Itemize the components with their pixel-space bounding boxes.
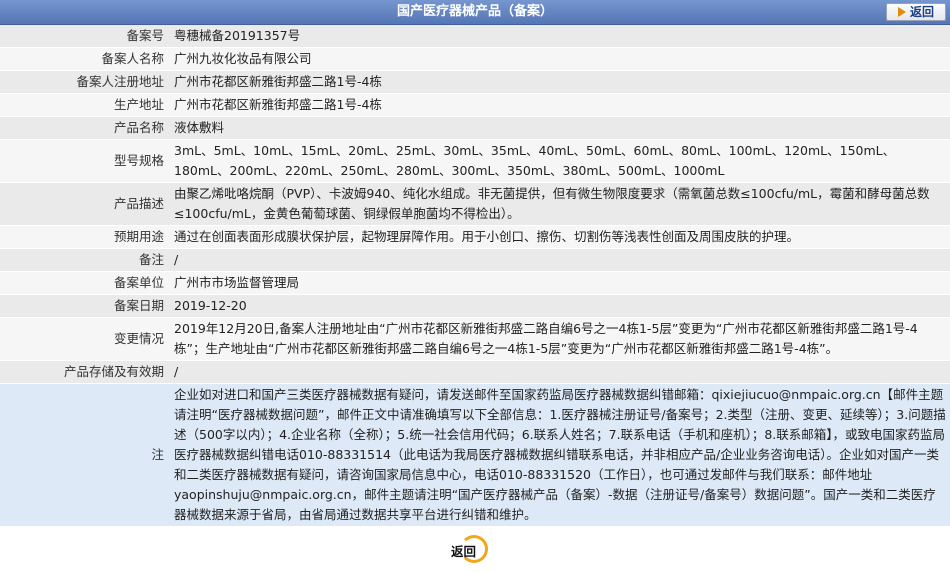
value-product-name: 液体敷料: [170, 116, 950, 140]
value-registrant-name: 广州九妆化妆品有限公司: [170, 47, 950, 71]
back-button-bottom-label: 返回: [451, 544, 477, 559]
back-button-label: 返回: [909, 5, 934, 19]
detail-table: 备案号 粤穗械备20191357号 备案人名称 广州九妆化妆品有限公司 备案人注…: [0, 25, 950, 527]
row-production-address: 生产地址 广州市花都区新雅街邦盛二路1号-4栋: [0, 93, 950, 117]
page: 国产医疗器械产品（备案） 返回 备案号 粤穗械备20191357号 备案人名称 …: [0, 0, 950, 567]
row-registrant-name: 备案人名称 广州九妆化妆品有限公司: [0, 47, 950, 71]
value-registrant-address: 广州市花都区新雅街邦盛二路1号-4栋: [170, 70, 950, 94]
row-intended-use: 预期用途 通过在创面表面形成膜状保护层，起物理屏障作用。用于小创口、擦伤、切割伤…: [0, 225, 950, 249]
label-registrant-name: 备案人名称: [0, 47, 170, 71]
label-note: 注: [0, 383, 170, 527]
label-production-address: 生产地址: [0, 93, 170, 117]
label-registrant-address: 备案人注册地址: [0, 70, 170, 94]
title-bar: 国产医疗器械产品（备案） 返回: [0, 0, 950, 25]
row-registrant-address: 备案人注册地址 广州市花都区新雅街邦盛二路1号-4栋: [0, 70, 950, 94]
value-intended-use: 通过在创面表面形成膜状保护层，起物理屏障作用。用于小创口、擦伤、切割伤等浅表性创…: [170, 225, 950, 249]
label-product-description: 产品描述: [0, 182, 170, 226]
value-production-address: 广州市花都区新雅街邦盛二路1号-4栋: [170, 93, 950, 117]
row-change-info: 变更情况 2019年12月20日,备案人注册地址由“广州市花都区新雅街邦盛二路自…: [0, 317, 950, 361]
label-product-name: 产品名称: [0, 116, 170, 140]
row-filing-date: 备案日期 2019-12-20: [0, 294, 950, 318]
back-button-top[interactable]: 返回: [886, 3, 946, 21]
label-intended-use: 预期用途: [0, 225, 170, 249]
row-note: 注 企业如对进口和国产三类医疗器械数据有疑问，请发送邮件至国家药监局医疗器械数据…: [0, 383, 950, 527]
value-filing-date: 2019-12-20: [170, 294, 950, 318]
label-remarks: 备注: [0, 248, 170, 272]
value-model-spec: 3mL、5mL、10mL、15mL、20mL、25mL、30mL、35mL、40…: [170, 139, 950, 183]
label-filing-unit: 备案单位: [0, 271, 170, 295]
value-filing-unit: 广州市市场监督管理局: [170, 271, 950, 295]
row-product-name: 产品名称 液体敷料: [0, 116, 950, 140]
label-change-info: 变更情况: [0, 317, 170, 361]
value-note: 企业如对进口和国产三类医疗器械数据有疑问，请发送邮件至国家药监局医疗器械数据纠错…: [170, 383, 950, 527]
row-remarks: 备注 /: [0, 248, 950, 272]
row-filing-unit: 备案单位 广州市市场监督管理局: [0, 271, 950, 295]
value-remarks: /: [170, 248, 950, 272]
back-button-bottom[interactable]: 返回: [444, 535, 498, 565]
page-title: 国产医疗器械产品（备案）: [396, 4, 553, 19]
label-storage-validity: 产品存储及有效期: [0, 360, 170, 384]
value-product-description: 由聚乙烯吡咯烷酮（PVP）、卡波姆940、纯化水组成。非无菌提供，但有微生物限度…: [170, 182, 950, 226]
row-model-spec: 型号规格 3mL、5mL、10mL、15mL、20mL、25mL、30mL、35…: [0, 139, 950, 183]
label-record-no: 备案号: [0, 25, 170, 48]
label-filing-date: 备案日期: [0, 294, 170, 318]
footer: 返回: [0, 527, 950, 567]
row-product-description: 产品描述 由聚乙烯吡咯烷酮（PVP）、卡波姆940、纯化水组成。非无菌提供，但有…: [0, 182, 950, 226]
label-model-spec: 型号规格: [0, 139, 170, 183]
value-change-info: 2019年12月20日,备案人注册地址由“广州市花都区新雅街邦盛二路自编6号之一…: [170, 317, 950, 361]
value-record-no: 粤穗械备20191357号: [170, 25, 950, 48]
value-storage-validity: /: [170, 360, 950, 384]
arrow-right-icon: [897, 6, 906, 17]
row-record-no: 备案号 粤穗械备20191357号: [0, 25, 950, 48]
row-storage-validity: 产品存储及有效期 /: [0, 360, 950, 384]
